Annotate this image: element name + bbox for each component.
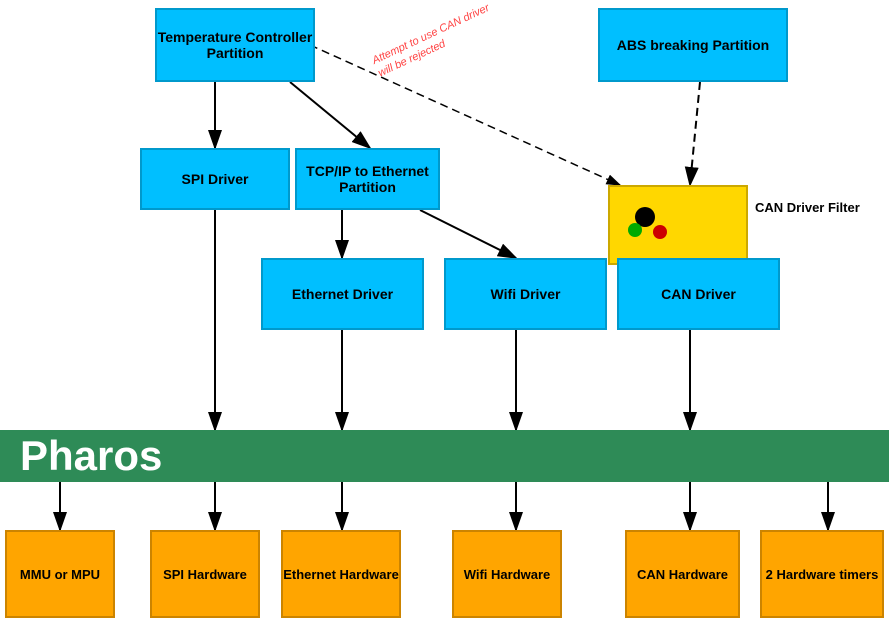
can-hardware-box: CAN Hardware [625,530,740,618]
wifi-driver-box: Wifi Driver [444,258,607,330]
wifi-hardware-box: Wifi Hardware [452,530,562,618]
can-driver-box: CAN Driver [617,258,780,330]
pharos-text: Pharos [20,432,162,480]
hw-timers-box: 2 Hardware timers [760,530,884,618]
mmu-mpu-box: MMU or MPU [5,530,115,618]
abs-breaking-box: ABS breaking Partition [598,8,788,82]
attempt-label: Attempt to use CAN driverwill be rejecte… [370,1,498,81]
tcpip-box: TCP/IP to Ethernet Partition [295,148,440,210]
temp-controller-box: Temperature Controller Partition [155,8,315,82]
pharos-band: Pharos [0,430,889,482]
spi-driver-box: SPI Driver [140,148,290,210]
can-filter-box [608,185,748,265]
can-filter-label: CAN Driver Filter [755,200,860,215]
spi-hardware-box: SPI Hardware [150,530,260,618]
diagram: Temperature Controller Partition ABS bre… [0,0,889,624]
ethernet-hardware-box: Ethernet Hardware [281,530,401,618]
ethernet-driver-box: Ethernet Driver [261,258,424,330]
